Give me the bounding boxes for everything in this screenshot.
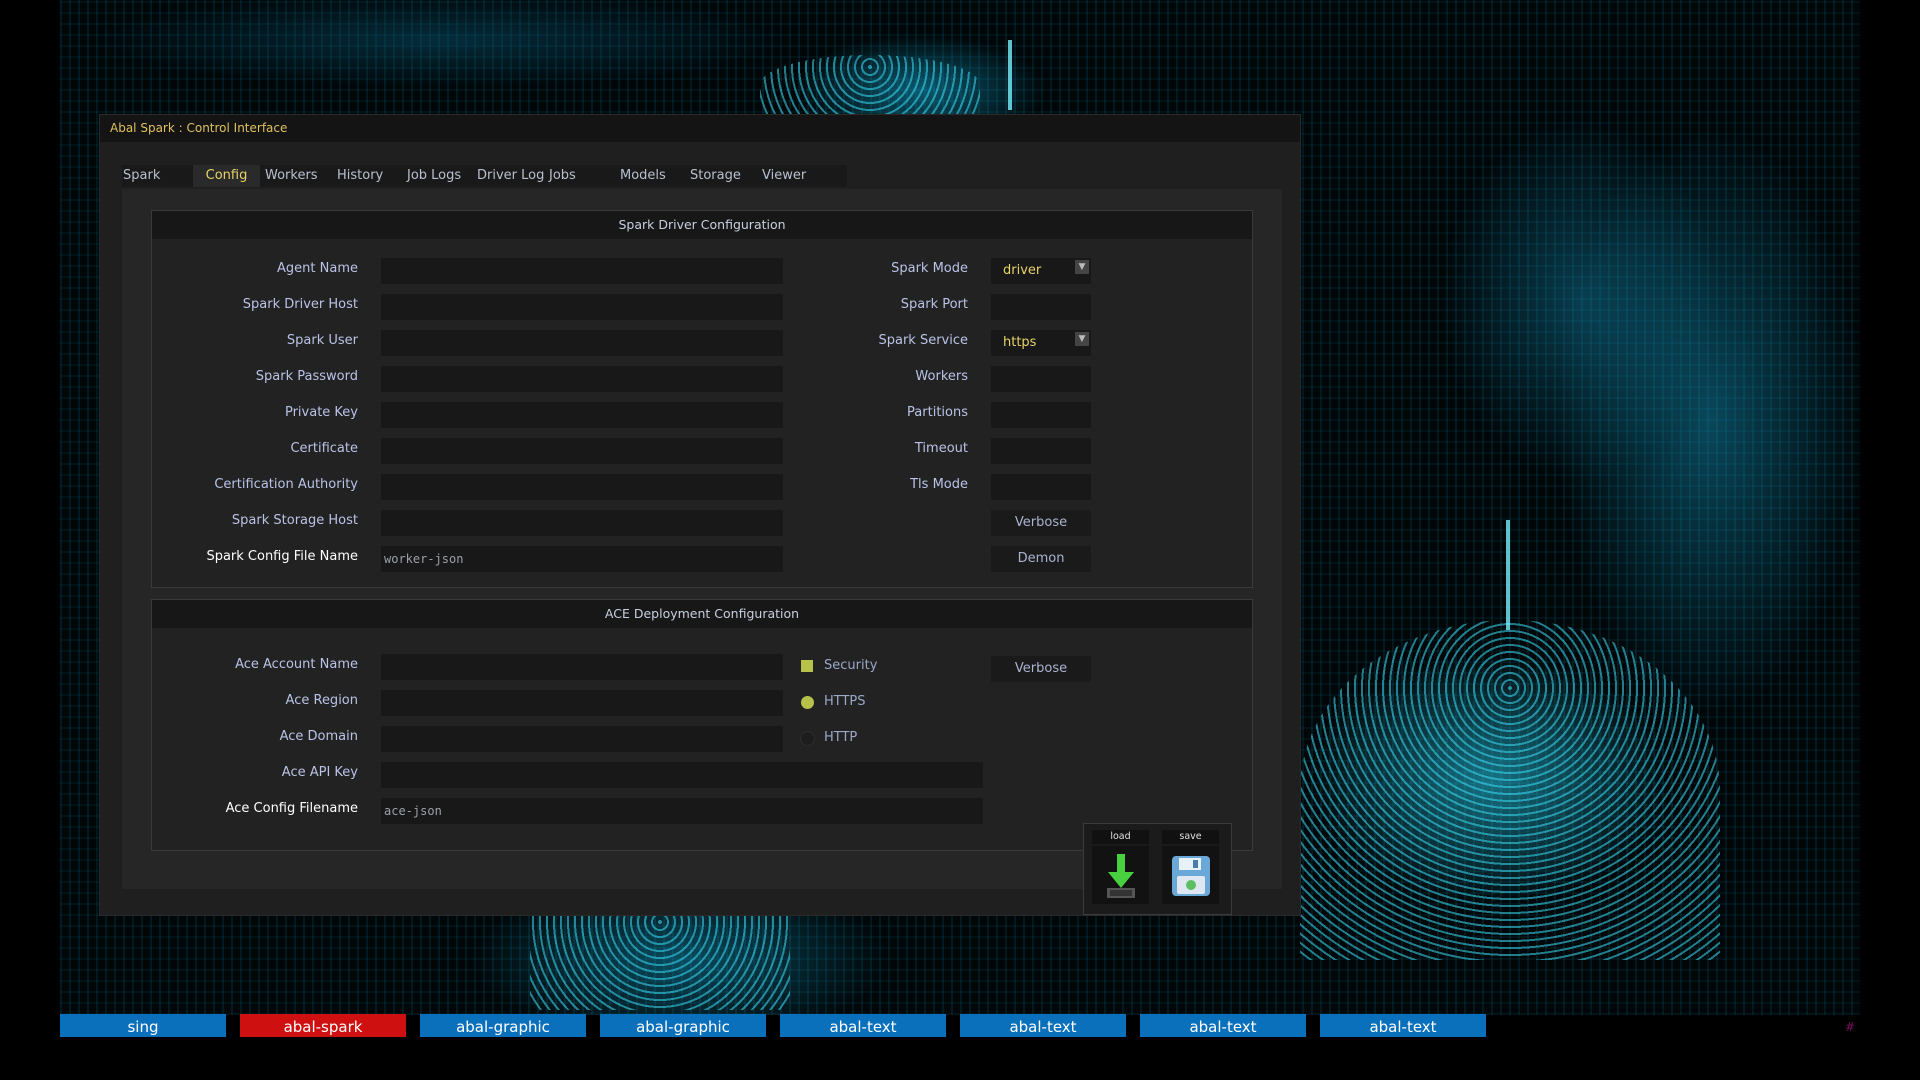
window-title: Abal Spark : Control Interface <box>110 121 288 135</box>
spark-driver-host-label: Spark Driver Host <box>242 297 358 312</box>
spark-driver-config-panel: Spark Driver Configuration Agent Name Sp… <box>151 210 1253 588</box>
ace-account-name-label: Ace Account Name <box>235 657 358 672</box>
taskbar-item-abal-spark[interactable]: abal-spark <box>240 1014 406 1037</box>
load-button[interactable]: load <box>1092 830 1149 908</box>
ace-region-label: Ace Region <box>285 693 358 708</box>
taskbar-item-abal-graphic[interactable]: abal-graphic <box>420 1014 586 1037</box>
title-bar: Abal Spark : Control Interface <box>100 115 1300 142</box>
tab-history[interactable]: History <box>337 165 397 187</box>
agent-name-label: Agent Name <box>277 261 358 276</box>
spark-storage-host-label: Spark Storage Host <box>231 513 358 528</box>
config-content-area: Spark Driver Configuration Agent Name Sp… <box>122 189 1282 915</box>
corner-hash-mark: # <box>1845 1020 1856 1034</box>
save-button[interactable]: save <box>1162 830 1219 908</box>
taskbar-item-abal-text[interactable]: abal-text <box>1320 1014 1486 1037</box>
taskbar-item-abal-text[interactable]: abal-text <box>780 1014 946 1037</box>
tab-job-logs[interactable]: Job Logs <box>407 165 472 187</box>
taskbar-item-abal-text[interactable]: abal-text <box>1140 1014 1306 1037</box>
ace-account-name-input[interactable] <box>381 654 783 680</box>
spark-user-label: Spark User <box>286 333 358 348</box>
spark-mode-label: Spark Mode <box>891 261 968 276</box>
certificate-label: Certificate <box>290 441 358 456</box>
spark-storage-host-input[interactable] <box>381 510 783 536</box>
http-radio[interactable] <box>801 732 814 745</box>
spark-service-value: https <box>1003 335 1037 350</box>
ace-domain-label: Ace Domain <box>279 729 358 744</box>
workers-label: Workers <box>915 369 968 384</box>
certification-authority-label: Certification Authority <box>214 477 358 492</box>
tab-models[interactable]: Models <box>620 165 675 187</box>
save-caption: save <box>1162 830 1219 844</box>
verbose-button[interactable]: Verbose <box>991 510 1091 536</box>
spark-config-file-name-input[interactable]: worker-json <box>381 546 783 572</box>
tls-mode-label: Tls Mode <box>910 477 968 492</box>
taskbar-item-sing[interactable]: sing <box>60 1014 226 1037</box>
tab-workers[interactable]: Workers <box>265 165 325 187</box>
ace-deployment-config-panel: ACE Deployment Configuration Ace Account… <box>151 599 1253 851</box>
panel-header: Spark Driver Configuration <box>152 211 1252 239</box>
panel-header: ACE Deployment Configuration <box>152 600 1252 628</box>
tab-driver-log[interactable]: Driver Log <box>477 165 547 187</box>
foreground-building-graphic <box>530 900 790 1010</box>
partitions-label: Partitions <box>907 405 968 420</box>
partitions-input[interactable] <box>991 402 1091 428</box>
antenna-graphic <box>1008 40 1012 110</box>
tower-top-graphic <box>760 55 980 115</box>
chevron-down-icon[interactable]: ▼ <box>1075 332 1089 346</box>
load-save-toolbox: load save <box>1083 823 1232 915</box>
spark-port-input[interactable] <box>991 294 1091 320</box>
tab-jobs[interactable]: Jobs <box>549 165 599 187</box>
spark-service-select[interactable]: https ▼ <box>991 330 1091 356</box>
control-interface-window: Abal Spark : Control Interface Spark Con… <box>100 115 1300 915</box>
tab-config[interactable]: Config <box>193 165 260 187</box>
timeout-label: Timeout <box>914 441 968 456</box>
spark-port-label: Spark Port <box>900 297 968 312</box>
https-label: HTTPS <box>824 694 866 709</box>
tab-storage[interactable]: Storage <box>690 165 750 187</box>
ace-region-input[interactable] <box>381 690 783 716</box>
spire-graphic <box>1506 520 1510 630</box>
ace-config-filename-input[interactable]: ace-json <box>381 798 983 824</box>
ace-domain-input[interactable] <box>381 726 783 752</box>
tls-mode-input[interactable] <box>991 474 1091 500</box>
spark-mode-select[interactable]: driver ▼ <box>991 258 1091 284</box>
http-label: HTTP <box>824 730 858 745</box>
security-checkbox[interactable] <box>801 660 813 672</box>
timeout-input[interactable] <box>991 438 1091 464</box>
tab-bar: Spark Config Workers History Job Logs Dr… <box>122 165 1282 187</box>
https-radio[interactable] <box>801 696 814 709</box>
ace-config-filename-label: Ace Config Filename <box>225 801 358 816</box>
ace-api-key-label: Ace API Key <box>281 765 358 780</box>
demon-button[interactable]: Demon <box>991 546 1091 572</box>
chevron-down-icon[interactable]: ▼ <box>1075 260 1089 274</box>
dome-building-graphic <box>1300 620 1720 960</box>
floppy-disk-icon[interactable] <box>1162 846 1219 904</box>
ace-verbose-button[interactable]: Verbose <box>991 656 1091 682</box>
tab-spark[interactable]: Spark <box>123 165 183 187</box>
spark-password-label: Spark Password <box>255 369 358 384</box>
tab-viewer[interactable]: Viewer <box>762 165 822 187</box>
load-caption: load <box>1092 830 1149 844</box>
taskbar-item-abal-graphic[interactable]: abal-graphic <box>600 1014 766 1037</box>
download-icon[interactable] <box>1092 846 1149 904</box>
private-key-label: Private Key <box>284 405 358 420</box>
security-label: Security <box>824 658 878 673</box>
ace-api-key-input[interactable] <box>381 762 983 788</box>
spark-service-label: Spark Service <box>878 333 968 348</box>
workers-input[interactable] <box>991 366 1091 392</box>
spark-mode-value: driver <box>1003 263 1042 278</box>
taskbar-item-abal-text[interactable]: abal-text <box>960 1014 1126 1037</box>
spark-config-file-name-label: Spark Config File Name <box>206 549 358 564</box>
